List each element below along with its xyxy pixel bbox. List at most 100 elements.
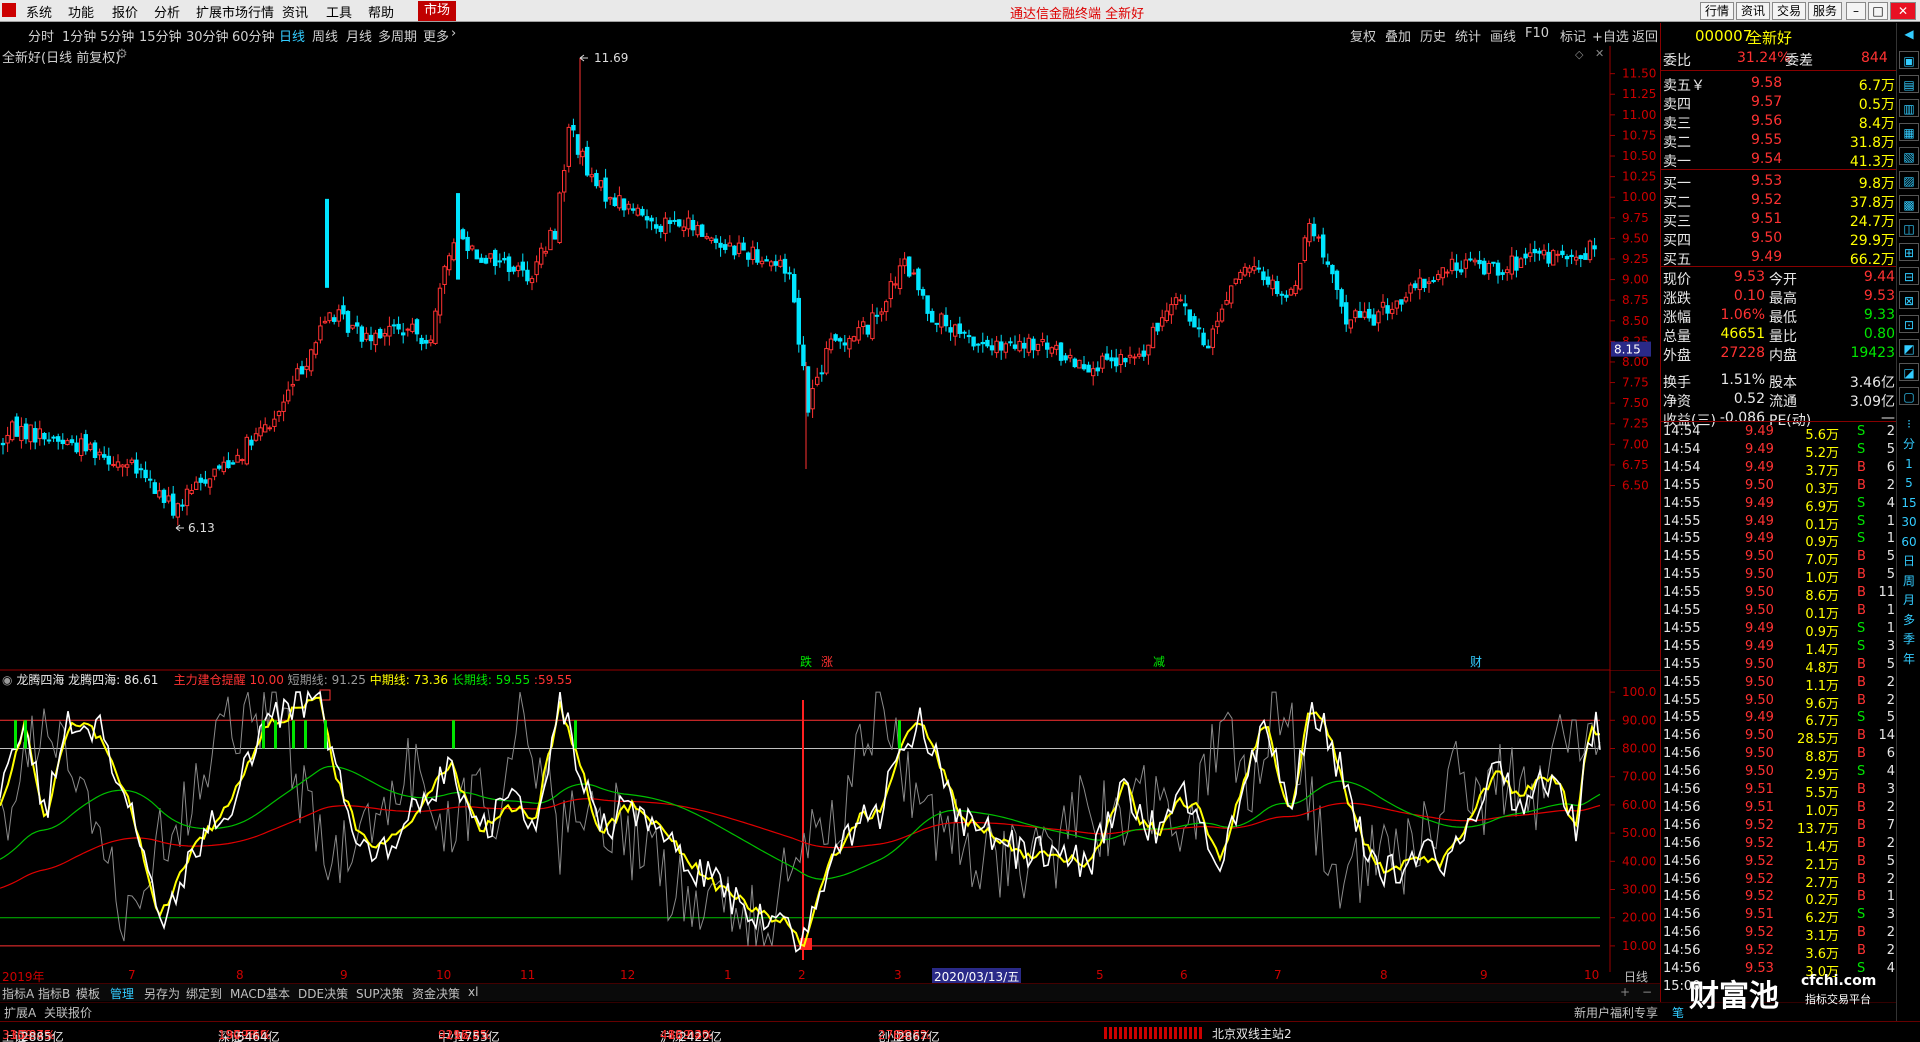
tool-back[interactable]: 返回	[1632, 26, 1658, 45]
sidebar-period-button[interactable]: 月	[1899, 591, 1919, 609]
menu-item-function[interactable]: 功能	[68, 2, 94, 21]
tab-manage[interactable]: 管理	[110, 985, 134, 1002]
bid-row[interactable]: 买五 9.49 66.2万	[1661, 249, 1897, 268]
index-sh[interactable]: 上证 3359.75 1.28 0.04% 2885亿	[2, 1025, 64, 1042]
tool-fuquan[interactable]: 复权	[1350, 26, 1376, 45]
sidebar-period-button[interactable]: 季	[1899, 630, 1919, 648]
menu-item-news[interactable]: 资讯	[282, 2, 308, 21]
sidebar-tool-icon[interactable]: ⊡	[1899, 315, 1919, 333]
sidebar-period-button[interactable]: 5	[1899, 474, 1919, 492]
sidebar-tool-icon[interactable]: ⊠	[1899, 291, 1919, 309]
sidebar-tool-icon[interactable]: ▥	[1899, 99, 1919, 117]
period-30min[interactable]: 30分钟	[186, 26, 229, 45]
period-15min[interactable]: 15分钟	[139, 26, 182, 45]
top-button-quote[interactable]: 行情	[1700, 2, 1734, 20]
menu-item-analysis[interactable]: 分析	[154, 2, 180, 21]
menu-item-quote[interactable]: 报价	[112, 2, 138, 21]
ask-row[interactable]: 卖一 9.54 41.3万	[1661, 151, 1897, 170]
bid-row[interactable]: 买三 9.51 24.7万	[1661, 211, 1897, 230]
ext-tab-a[interactable]: 扩展A	[4, 1004, 36, 1021]
index-zx[interactable]: 中小 9296.21 117.85 1.28% 1753亿	[438, 1025, 500, 1042]
sidebar-tool-icon[interactable]: ▩	[1899, 195, 1919, 213]
sidebar-period-button[interactable]: 多	[1899, 611, 1919, 629]
sidebar-tool-icon[interactable]: ⁝	[1899, 415, 1919, 433]
period-1min[interactable]: 1分钟	[62, 26, 96, 45]
ask-row[interactable]: 卖三 9.56 8.4万	[1661, 113, 1897, 132]
tool-overlay[interactable]: 叠加	[1385, 26, 1411, 45]
sidebar-arrow-icon[interactable]: ◀	[1899, 25, 1919, 43]
index-sz[interactable]: 深证 13798.6 90.51 0.66% 5464亿	[218, 1025, 280, 1042]
app-logo-icon[interactable]	[2, 3, 16, 17]
sidebar-tool-icon[interactable]: ⊟	[1899, 267, 1919, 285]
menu-item-help[interactable]: 帮助	[368, 2, 394, 21]
period-more[interactable]: 更多	[423, 26, 449, 45]
sidebar-period-button[interactable]: 1	[1899, 455, 1919, 473]
period-fenshi[interactable]: 分时	[28, 26, 54, 45]
tool-draw[interactable]: 画线	[1490, 26, 1516, 45]
tab-dde[interactable]: DDE决策	[298, 985, 348, 1002]
sidebar-period-button[interactable]: 日	[1899, 552, 1919, 570]
index-cy[interactable]: 创业 2784.72 7.33 0.26% 2867亿	[878, 1025, 940, 1042]
tool-f10[interactable]: F10	[1525, 26, 1549, 41]
tool-add-favorite[interactable]: +自选	[1592, 26, 1629, 45]
kline-chart[interactable]: 全新好(日线 前复权) ⚙ ◇ ✕ 11.50 11.25 11.00 10.75 10…	[0, 46, 1660, 670]
sidebar-tool-icon[interactable]: ▧	[1899, 147, 1919, 165]
menu-item-system[interactable]: 系统	[26, 2, 52, 21]
tab-xl[interactable]: xl	[468, 985, 478, 999]
sidebar-tool-icon[interactable]: ▤	[1899, 75, 1919, 93]
indicator-chart[interactable]: 100.0 90.00 80.00 70.00 60.00 50.00 40.00 30.00…	[0, 670, 1660, 972]
tab-sup[interactable]: SUP决策	[356, 985, 404, 1002]
tool-stats[interactable]: 统计	[1455, 26, 1481, 45]
maximize-icon[interactable]: □	[1868, 2, 1888, 20]
sidebar-tool-icon[interactable]: ▨	[1899, 171, 1919, 189]
menu-item-ext-market[interactable]: 扩展市场行情	[196, 2, 274, 21]
minimize-icon[interactable]: –	[1846, 2, 1866, 20]
bid-row[interactable]: 买二 9.52 37.8万	[1661, 192, 1897, 211]
period-monthly[interactable]: 月线	[346, 26, 372, 45]
new-user-promo-link[interactable]: 新用户福利专享	[1574, 1004, 1658, 1021]
tab-indicator-a[interactable]: 指标A	[2, 985, 34, 1002]
tab-bind-to[interactable]: 绑定到	[186, 985, 222, 1002]
index-hs300[interactable]: 沪深 4839.20 16.04 0.33% 2422亿	[660, 1025, 722, 1042]
tab-template[interactable]: 模板	[76, 985, 100, 1002]
close-icon[interactable]: ✕	[1890, 2, 1916, 20]
sidebar-tool-icon[interactable]: ▣	[1899, 51, 1919, 69]
server-name[interactable]: 北京双线主站2	[1212, 1025, 1292, 1042]
ask-row[interactable]: 卖二 9.55 31.8万	[1661, 132, 1897, 151]
sidebar-tool-icon[interactable]: ◫	[1899, 219, 1919, 237]
sidebar-tool-icon[interactable]: ◪	[1899, 363, 1919, 381]
zoom-in-icon[interactable]: +	[1620, 985, 1630, 999]
tool-history[interactable]: 历史	[1420, 26, 1446, 45]
ask-row[interactable]: 卖五￥ 9.58 6.7万	[1661, 75, 1897, 94]
sidebar-period-button[interactable]: 60	[1899, 533, 1919, 551]
top-button-service[interactable]: 服务	[1808, 2, 1842, 20]
sidebar-period-button[interactable]: 周	[1899, 572, 1919, 590]
tab-indicator-b[interactable]: 指标B	[38, 985, 70, 1002]
period-5min[interactable]: 5分钟	[100, 26, 134, 45]
indicator-settings-icon[interactable]: ◉	[2, 673, 12, 687]
sidebar-tool-icon[interactable]: ▢	[1899, 387, 1919, 405]
ext-tab-related-quote[interactable]: 关联报价	[44, 1004, 92, 1021]
tool-mark[interactable]: 标记	[1560, 26, 1586, 45]
top-button-trade[interactable]: 交易	[1772, 2, 1806, 20]
sidebar-period-button[interactable]: 分	[1899, 435, 1919, 453]
menu-item-tools[interactable]: 工具	[326, 2, 352, 21]
period-daily[interactable]: 日线	[279, 26, 305, 45]
sidebar-tool-icon[interactable]: ⊞	[1899, 243, 1919, 261]
zoom-out-icon[interactable]: −	[1642, 985, 1652, 999]
period-multi[interactable]: 多周期	[378, 26, 417, 45]
top-button-news[interactable]: 资讯	[1736, 2, 1770, 20]
sidebar-tool-icon[interactable]: ◩	[1899, 339, 1919, 357]
ask-row[interactable]: 卖四 9.57 0.5万	[1661, 94, 1897, 113]
tab-save-as[interactable]: 另存为	[144, 985, 180, 1002]
market-button[interactable]: 市场	[418, 1, 457, 21]
ext-badge[interactable]: 笔	[1672, 1004, 1684, 1021]
bid-row[interactable]: 买四 9.50 29.9万	[1661, 230, 1897, 249]
tab-fund[interactable]: 资金决策	[412, 985, 460, 1002]
bid-row[interactable]: 买一 9.53 9.8万	[1661, 173, 1897, 192]
tab-macd[interactable]: MACD基本	[230, 985, 290, 1002]
chevron-right-icon[interactable]: ›	[451, 26, 456, 41]
period-60min[interactable]: 60分钟	[232, 26, 275, 45]
sidebar-period-button[interactable]: 年	[1899, 650, 1919, 668]
sidebar-period-button[interactable]: 30	[1899, 513, 1919, 531]
